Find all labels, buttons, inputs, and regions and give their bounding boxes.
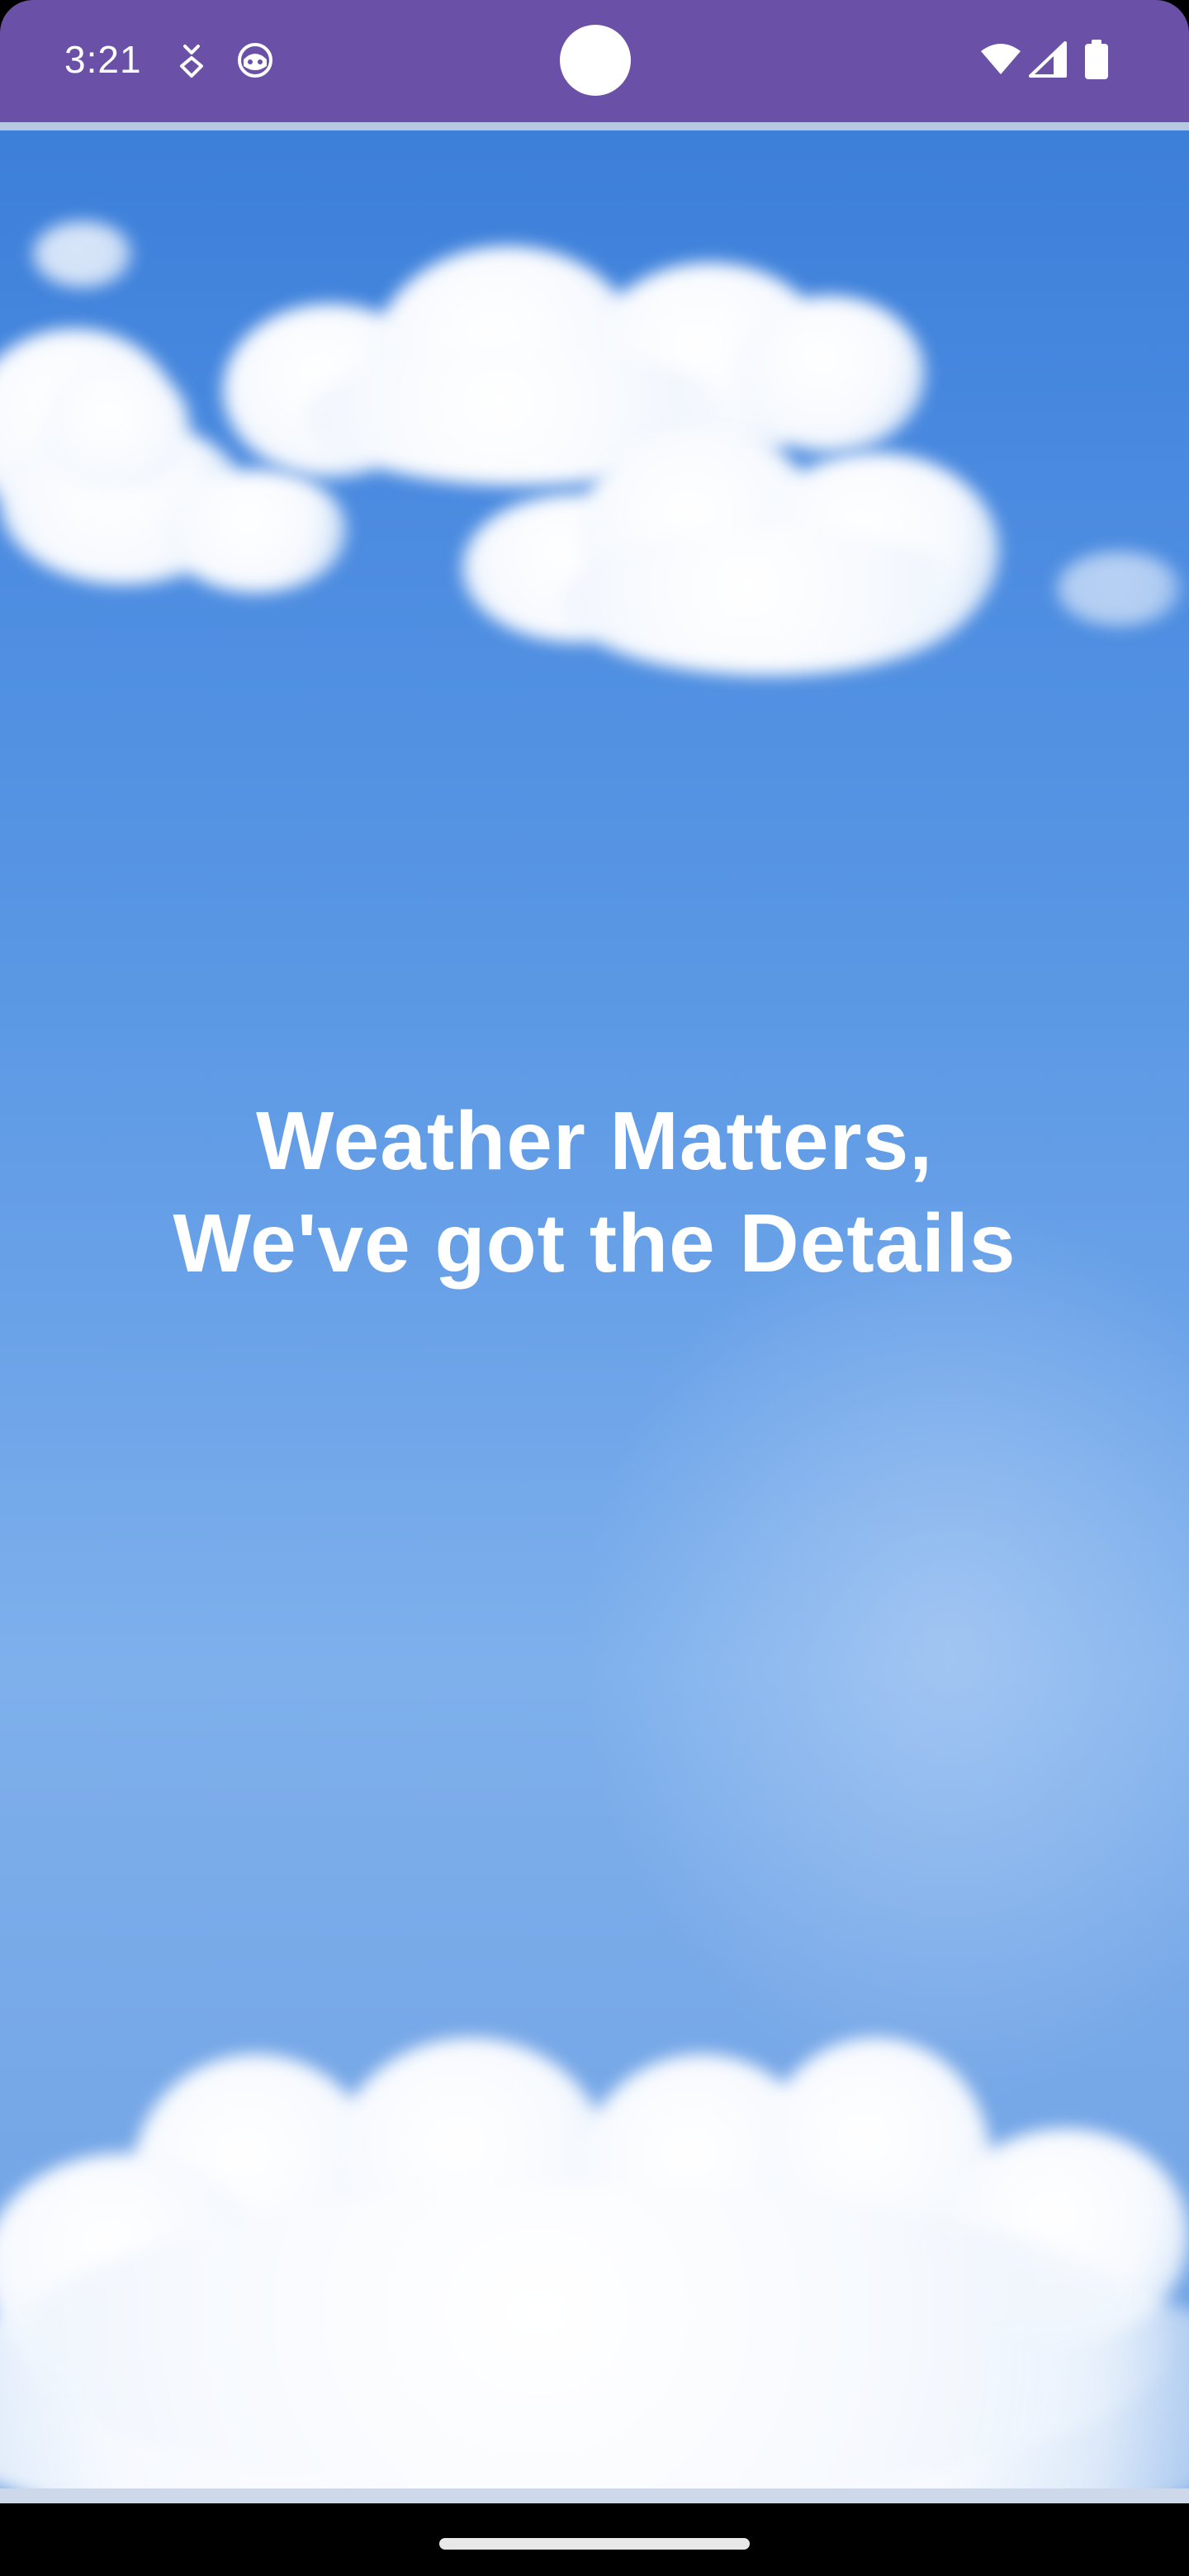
tagline-line-1: Weather Matters, [256,1095,933,1187]
camera-cutout [560,25,631,96]
navigation-bar [0,2503,1189,2576]
wifi-icon [981,44,1021,74]
top-divider [0,122,1189,130]
download-notification-icon [180,45,203,78]
app-notification-icon [238,43,272,78]
bottom-divider [0,2488,1189,2503]
status-time: 3:21 [64,38,142,81]
status-bar: 3:21 [0,0,1189,122]
cell-signal-icon [1029,41,1067,78]
cloud [1057,552,1181,626]
cloud-bank [0,2021,1189,2503]
tagline-line-2: We've got the Details [173,1197,1016,1290]
home-gesture-handle[interactable] [439,2538,750,2550]
battery-icon [1085,40,1108,79]
cloud [33,221,132,287]
cloud [462,395,1057,692]
splash-screen: 3:21 Weather Matters, We've got the Deta… [0,0,1189,2576]
sky-background [0,122,1189,2503]
splash-tagline: Weather Matters, We've got the Details [0,1090,1189,1295]
